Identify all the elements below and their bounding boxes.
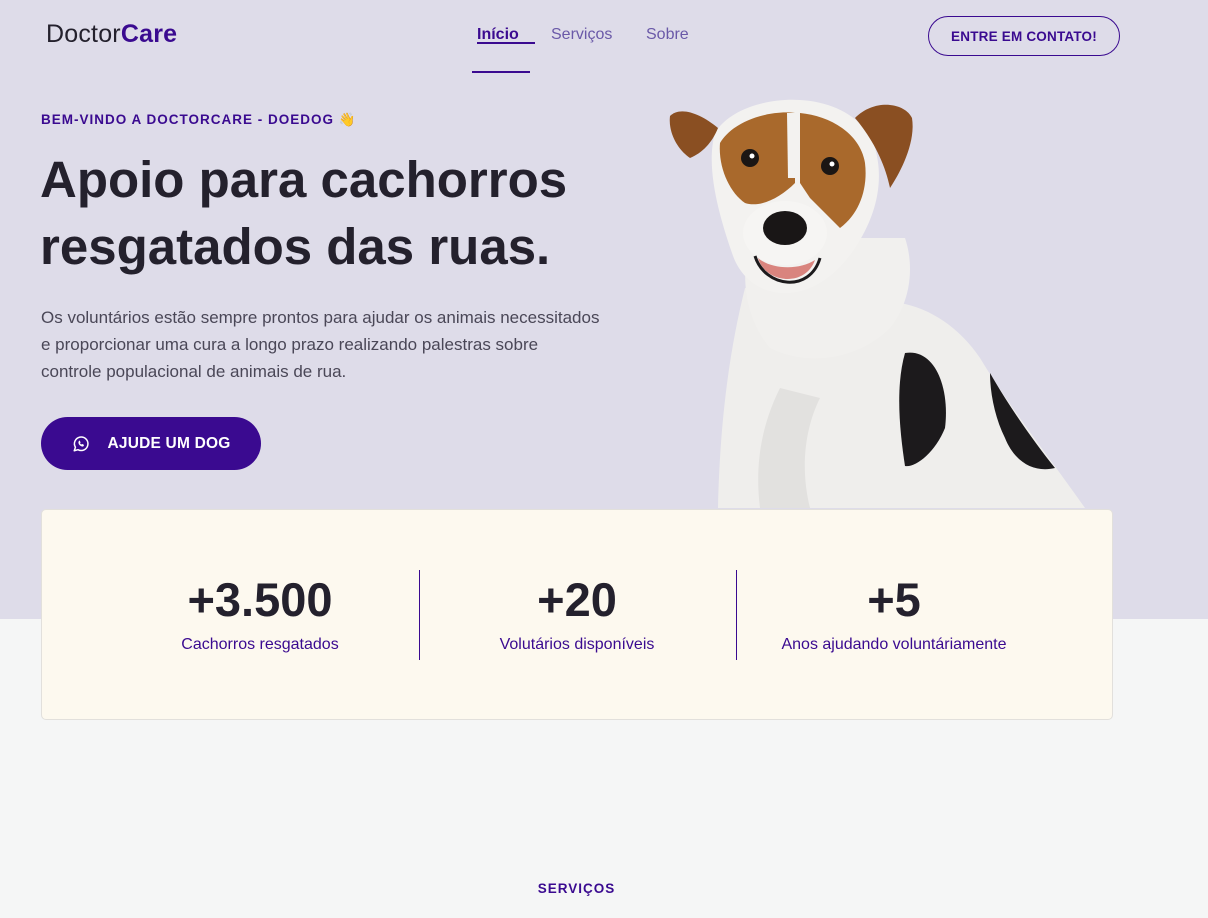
- stat-rescued: +3.500 Cachorros resgatados: [160, 572, 360, 654]
- stat-years-label: Anos ajudando voluntáriamente: [781, 636, 1007, 653]
- help-dog-button[interactable]: AJUDE UM DOG: [41, 417, 261, 470]
- stat-divider: [736, 570, 737, 660]
- stat-volunteers-label: Volutários disponíveis: [499, 636, 655, 653]
- logo-suffix: Care: [120, 20, 178, 48]
- help-dog-label: AJUDE UM DOG: [107, 434, 231, 452]
- stat-rescued-label: Cachorros resgatados: [181, 636, 339, 653]
- nav-active-indicator: [472, 71, 530, 73]
- contact-button[interactable]: ENTRE EM CONTATO!: [928, 16, 1120, 56]
- welcome-label: BEM-VINDO A DOCTORCARE - DOEDOG 👋: [41, 112, 357, 127]
- nav-sobre[interactable]: Sobre: [646, 26, 689, 44]
- logo[interactable]: DoctorCare: [46, 20, 177, 49]
- stat-volunteers: +20 Volutários disponíveis: [477, 572, 677, 654]
- hero-description: Os voluntários estão sempre prontos para…: [41, 308, 600, 381]
- hero-title: Apoio para cachorros resgatados das ruas…: [40, 151, 568, 275]
- stat-volunteers-value: +20: [537, 573, 617, 626]
- dog-photo: [669, 99, 1085, 508]
- nav-inicio[interactable]: Início: [477, 26, 535, 44]
- stat-rescued-value: +3.500: [187, 573, 333, 626]
- stat-years-value: +5: [867, 573, 921, 626]
- stat-years: +5 Anos ajudando voluntáriamente: [764, 572, 1024, 654]
- nav-servicos[interactable]: Serviços: [551, 26, 612, 44]
- services-section-label: SERVIÇOS: [537, 881, 616, 896]
- whatsapp-icon: [72, 435, 90, 453]
- stats-panel: +3.500 Cachorros resgatados +20 Volutári…: [41, 509, 1113, 720]
- stat-divider: [419, 570, 420, 660]
- logo-prefix: Doctor: [46, 20, 121, 48]
